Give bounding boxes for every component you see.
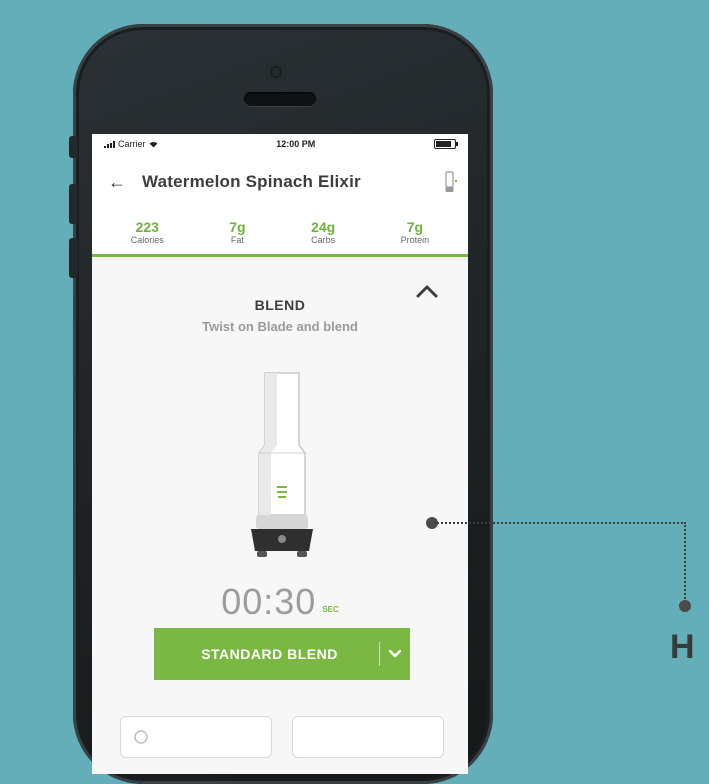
wifi-icon (149, 141, 158, 147)
nutrition-label: Protein (400, 234, 430, 245)
option-card-left[interactable] (120, 716, 272, 758)
battery-icon (433, 139, 458, 149)
step-card: BLEND Twist on Blade and blend 00:30 SEC … (92, 261, 468, 774)
standard-blend-button[interactable]: STANDARD BLEND (154, 628, 410, 680)
annotation-line-vertical (684, 522, 686, 602)
status-bar: Carrier 12:00 PM (92, 134, 468, 154)
volume-up-button (69, 184, 78, 224)
blend-button-label: STANDARD BLEND (201, 646, 338, 662)
page-title: Watermelon Spinach Elixir (142, 172, 361, 191)
step-subtitle: Twist on Blade and blend (202, 319, 358, 334)
front-camera (270, 66, 282, 78)
earpiece-speaker (244, 92, 316, 106)
header-bar: ← Watermelon Spinach Elixir (92, 154, 468, 210)
annotation-label: H (670, 628, 695, 666)
back-arrow-icon[interactable]: ← (108, 172, 142, 193)
timer-value: 00:30 (221, 581, 317, 622)
nutrition-label: Calories (130, 234, 164, 245)
status-time: 12:00 PM (276, 139, 316, 149)
nutrition-value: 223 (135, 218, 159, 235)
nutrition-value: 7g (406, 218, 424, 235)
nutrition-item-calories: 223 Calories (131, 220, 164, 245)
blender-bottle-icon[interactable] (444, 171, 458, 193)
annotation-line-horizontal (434, 522, 686, 524)
clock-icon (134, 730, 148, 744)
nutrition-summary: 223 Calories 7g Fat 24g Carbs 7g Protein (92, 210, 468, 257)
nutrition-item-fat: 7g Fat (229, 220, 245, 245)
nutrition-value: 24g (311, 218, 336, 235)
nutrition-item-protein: 7g Protein (401, 220, 430, 245)
phone-screen: Carrier 12:00 PM ← Watermelon Spinach El… (92, 134, 468, 774)
chevron-up-icon[interactable] (416, 284, 438, 298)
volume-down-button (69, 238, 78, 278)
timer-unit: SEC (322, 605, 339, 615)
blend-timer: 00:30 SEC (92, 581, 468, 623)
nutrition-label: Carbs (311, 234, 336, 245)
blender-illustration (251, 372, 313, 557)
nutrition-item-carbs: 24g Carbs (311, 220, 335, 245)
carrier-label: Carrier (118, 139, 146, 149)
step-title: BLEND (254, 297, 306, 313)
nutrition-value: 7g (229, 218, 246, 235)
option-card-right[interactable] (292, 716, 444, 758)
mute-switch (69, 136, 78, 158)
nutrition-label: Fat (230, 234, 244, 245)
signal-icon (104, 140, 115, 148)
chevron-down-icon[interactable] (380, 650, 410, 658)
annotation-dot-end (679, 600, 691, 612)
